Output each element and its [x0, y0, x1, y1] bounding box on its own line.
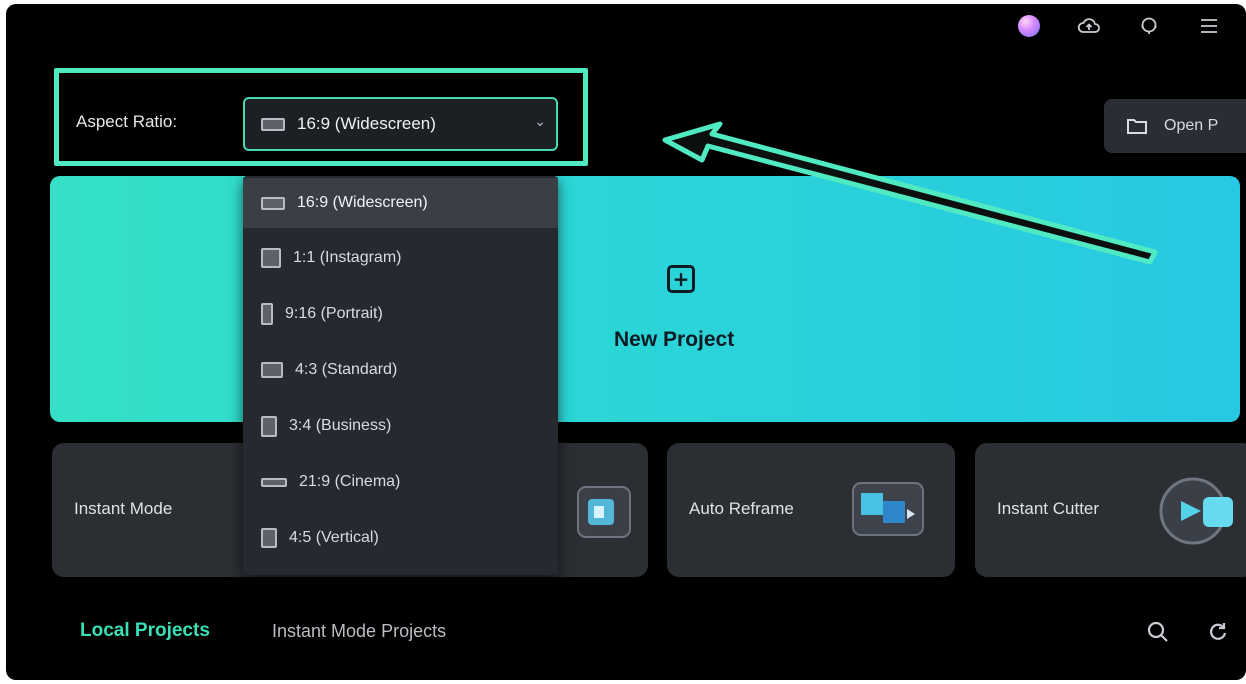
auto-reframe-card[interactable]: Auto Reframe — [667, 443, 955, 577]
aspect-ratio-option[interactable]: 9:16 (Portrait) — [243, 289, 558, 339]
widescreen-ratio-icon — [261, 196, 285, 210]
instant-cutter-illustration — [1159, 477, 1233, 545]
aspect-ratio-option[interactable]: 21:9 (Cinema) — [243, 457, 558, 507]
portrait-ratio-icon — [261, 303, 273, 325]
aspect-ratio-selected-value: 16:9 (Widescreen) — [297, 114, 436, 133]
vertical-ratio-icon — [261, 528, 277, 548]
refresh-icon[interactable] — [1206, 620, 1230, 648]
option-label: 21:9 (Cinema) — [299, 473, 401, 490]
annotation-arrow — [662, 121, 1158, 265]
auto-reframe-illustration — [852, 482, 924, 536]
option-label: 4:5 (Vertical) — [289, 529, 379, 546]
option-label: 1:1 (Instagram) — [293, 249, 402, 266]
option-label: 9:16 (Portrait) — [285, 305, 383, 322]
chevron-down-icon: ⌄ — [534, 113, 546, 129]
business-ratio-icon — [261, 415, 277, 437]
instant-mode-label: Instant Mode — [74, 499, 173, 518]
standard-ratio-icon — [261, 362, 283, 378]
aspect-ratio-option[interactable]: 4:3 (Standard) — [243, 345, 558, 395]
aspect-ratio-select[interactable]: 16:9 (Widescreen) ⌄ — [243, 97, 558, 151]
search-icon[interactable] — [1146, 620, 1170, 648]
aspect-ratio-dropdown-menu: 16:9 (Widescreen) 1:1 (Instagram) 9:16 (… — [243, 176, 558, 575]
tab-instant-mode-projects[interactable]: Instant Mode Projects — [272, 621, 446, 642]
cloud-icon[interactable] — [1076, 13, 1102, 39]
top-toolbar — [1016, 12, 1222, 40]
aspect-ratio-option[interactable]: 16:9 (Widescreen) — [243, 178, 558, 228]
instant-mode-illustration — [577, 486, 631, 538]
instant-cutter-card[interactable]: Instant Cutter — [975, 443, 1246, 577]
new-project-label: New Project — [614, 328, 735, 351]
menu-icon[interactable] — [1196, 13, 1222, 39]
support-icon[interactable] — [1136, 13, 1162, 39]
aspect-ratio-option[interactable]: 3:4 (Business) — [243, 401, 558, 451]
avatar[interactable] — [1016, 13, 1042, 39]
option-label: 3:4 (Business) — [289, 417, 392, 434]
option-label: 4:3 (Standard) — [295, 361, 398, 378]
auto-reframe-label: Auto Reframe — [689, 499, 794, 518]
cinema-ratio-icon — [261, 477, 287, 487]
option-label: 16:9 (Widescreen) — [297, 194, 428, 211]
instant-cutter-label: Instant Cutter — [997, 499, 1100, 518]
aspect-ratio-option[interactable]: 4:5 (Vertical) — [243, 513, 558, 563]
square-ratio-icon — [261, 248, 281, 268]
aspect-ratio-label: Aspect Ratio: — [76, 112, 178, 131]
aspect-ratio-option[interactable]: 1:1 (Instagram) — [243, 233, 558, 283]
widescreen-ratio-icon — [261, 117, 285, 131]
tab-local-projects[interactable]: Local Projects — [80, 620, 210, 642]
